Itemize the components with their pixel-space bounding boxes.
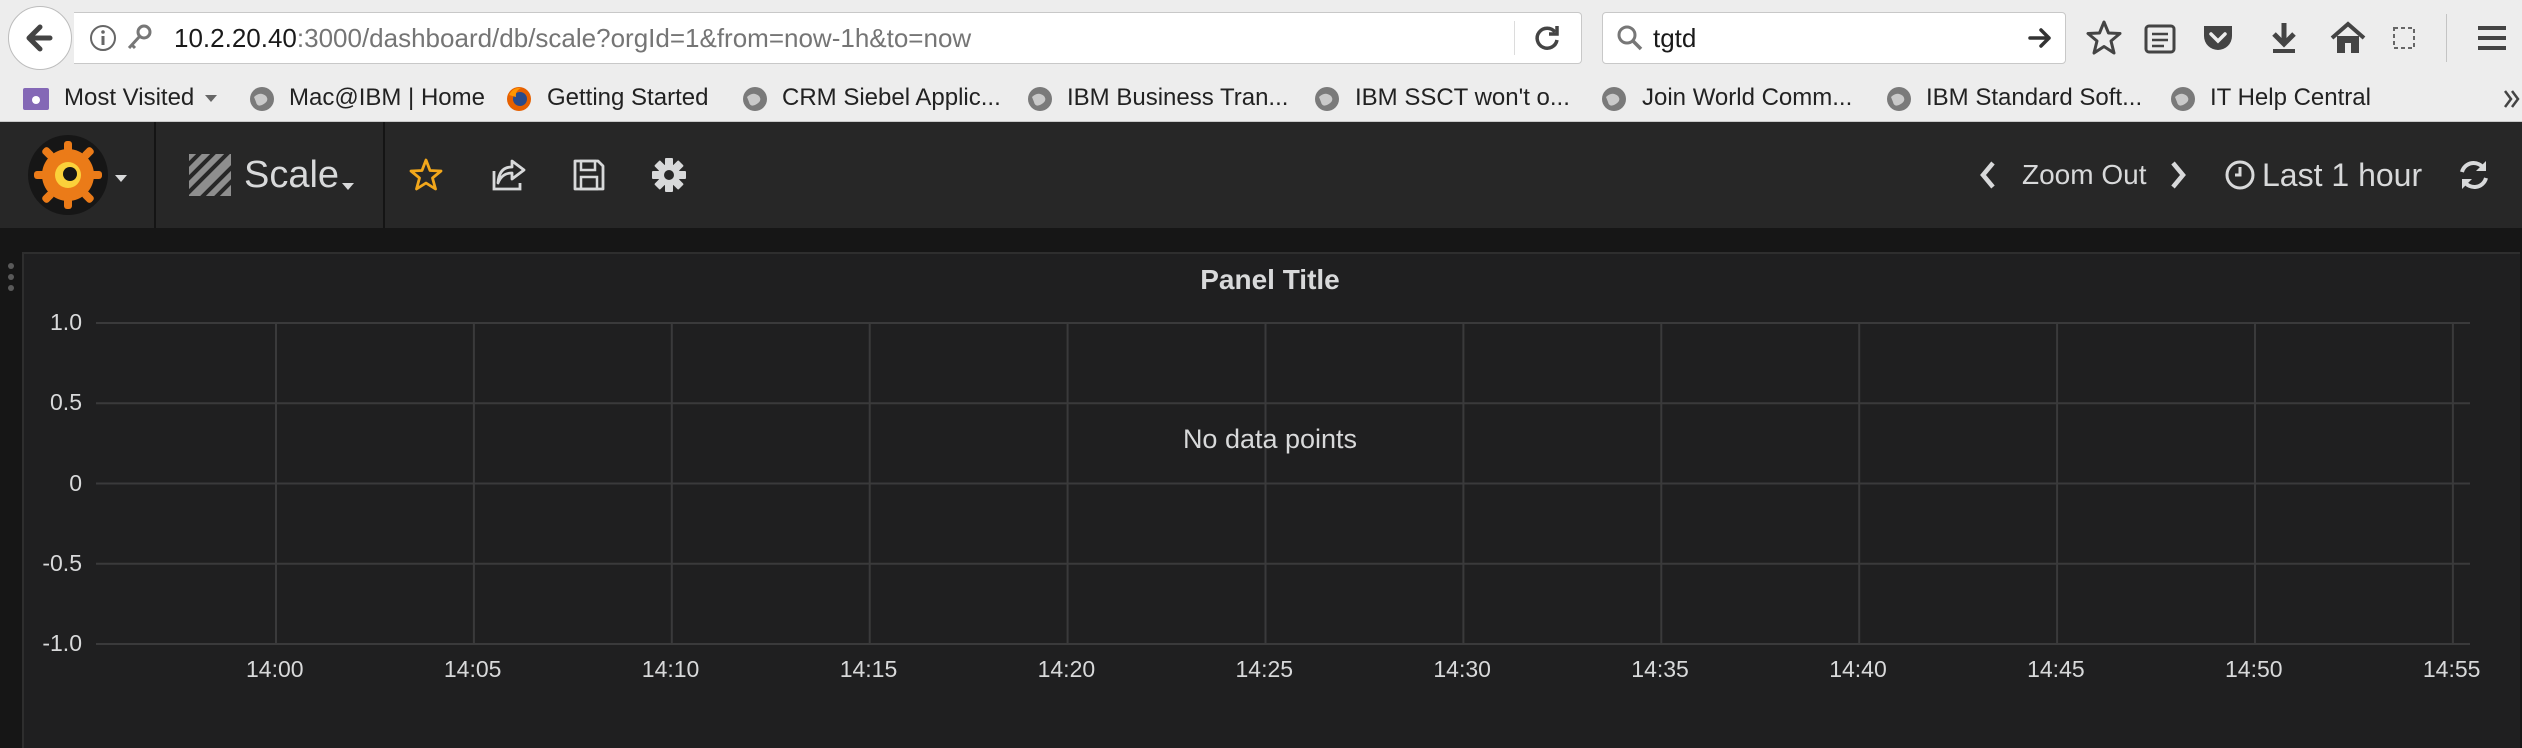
x-tick-label: 14:05 — [443, 656, 502, 682]
clock-icon — [2225, 160, 2255, 190]
y-tick-label: 0.5 — [50, 389, 82, 416]
bookmark-star-icon[interactable] — [2084, 18, 2124, 58]
bookmark-it-help-central[interactable]: IT Help Central — [2210, 76, 2371, 120]
pocket-icon[interactable] — [2198, 18, 2238, 58]
folder-icon — [23, 88, 49, 110]
gear-icon[interactable] — [651, 157, 687, 193]
url-bar[interactable]: 10.2.20.40:3000/dashboard/db/scale?orgId… — [74, 12, 1582, 64]
y-tick-label: -1.0 — [42, 630, 82, 656]
bookmark-mac-ibm-home[interactable]: Mac@IBM | Home — [289, 76, 485, 120]
browser-toolbar: 10.2.20.40:3000/dashboard/db/scale?orgId… — [0, 0, 2522, 76]
time-range-picker[interactable]: Last 1 hour — [2262, 122, 2422, 228]
x-tick-label: 14:00 — [246, 656, 304, 682]
x-tick-label: 14:15 — [839, 656, 898, 682]
search-bar[interactable]: tgtd — [1602, 12, 2066, 64]
overflow-chevron-icon[interactable] — [2502, 87, 2522, 111]
home-icon[interactable] — [2328, 18, 2368, 58]
key-icon — [127, 24, 152, 50]
url-text[interactable]: 10.2.20.40:3000/dashboard/db/scale?orgId… — [174, 13, 971, 63]
download-icon[interactable] — [2264, 18, 2304, 58]
search-go-arrow-icon[interactable] — [2025, 23, 2055, 53]
x-tick-label: 14:10 — [641, 656, 700, 682]
url-host: 10.2.20.40 — [174, 23, 297, 53]
globe-icon — [743, 87, 767, 111]
arrow-left-icon — [26, 24, 53, 52]
grafana-navbar: Scale Zoom Out Last 1 hour — [0, 122, 2522, 228]
bookmark-ibm-ssct[interactable]: IBM SSCT won't o... — [1355, 76, 1570, 120]
bookmark-ibm-business-tran[interactable]: IBM Business Tran... — [1067, 76, 1288, 120]
x-tick-label: 14:45 — [2027, 656, 2085, 682]
nav-separator — [383, 122, 385, 228]
x-tick-label: 14:25 — [1235, 656, 1294, 682]
globe-icon — [1887, 87, 1911, 111]
dashboard-grid-icon — [189, 154, 231, 196]
panel-title[interactable]: Panel Title — [0, 264, 2522, 296]
bookmark-most-visited[interactable]: Most Visited — [64, 76, 194, 120]
grafana-logo-icon[interactable] — [26, 133, 110, 217]
bookmark-join-world-comm[interactable]: Join World Comm... — [1642, 76, 1852, 120]
toolbar-separator — [2446, 14, 2447, 62]
refresh-icon[interactable] — [2456, 157, 2492, 193]
zoom-out-button[interactable]: Zoom Out — [2022, 122, 2146, 228]
globe-icon — [250, 87, 274, 111]
screenshot-icon[interactable] — [2390, 24, 2420, 54]
caret-down-icon[interactable] — [114, 174, 128, 184]
firefox-icon — [507, 87, 531, 111]
x-tick-label: 14:35 — [1631, 656, 1689, 682]
search-input[interactable]: tgtd — [1653, 13, 1696, 63]
y-tick-label: 0 — [69, 469, 82, 496]
globe-icon — [1315, 87, 1339, 111]
save-icon[interactable] — [572, 158, 606, 192]
x-tick-label: 14:40 — [1829, 656, 1887, 682]
dashboard-title[interactable]: Scale — [244, 122, 339, 228]
bookmark-crm-siebel[interactable]: CRM Siebel Applic... — [782, 76, 1001, 120]
reading-list-icon[interactable] — [2140, 18, 2180, 58]
url-divider — [1514, 21, 1515, 55]
chevron-left-icon[interactable] — [1976, 159, 2000, 191]
x-tick-label: 14:50 — [2225, 656, 2283, 682]
globe-icon — [1028, 87, 1052, 111]
info-icon — [90, 25, 116, 51]
y-tick-label: -0.5 — [42, 549, 82, 576]
globe-icon — [2171, 87, 2195, 111]
x-tick-label: 14:20 — [1037, 656, 1096, 682]
share-icon[interactable] — [490, 157, 528, 193]
x-tick-label: 14:55 — [2422, 656, 2481, 682]
search-icon — [1617, 25, 1643, 51]
caret-down-icon[interactable] — [341, 182, 355, 192]
no-data-message: No data points — [1182, 424, 1358, 454]
star-icon[interactable] — [408, 157, 444, 193]
y-tick-label: 1.0 — [50, 309, 82, 335]
reload-icon[interactable] — [1530, 21, 1564, 55]
hamburger-menu-icon[interactable] — [2472, 18, 2512, 58]
chevron-down-icon[interactable] — [203, 93, 219, 105]
url-path: :3000/dashboard/db/scale?orgId=1&from=no… — [296, 23, 972, 53]
bookmarks-bar: Most Visited Mac@IBM | Home Getting Star… — [0, 76, 2522, 122]
bookmark-ibm-standard-soft[interactable]: IBM Standard Soft... — [1926, 76, 2142, 120]
x-tick-label: 14:30 — [1433, 656, 1491, 682]
bookmark-getting-started[interactable]: Getting Started — [547, 76, 708, 120]
nav-separator — [154, 122, 156, 228]
back-button[interactable] — [8, 6, 72, 70]
chevron-right-icon[interactable] — [2166, 159, 2190, 191]
globe-icon — [1602, 87, 1626, 111]
